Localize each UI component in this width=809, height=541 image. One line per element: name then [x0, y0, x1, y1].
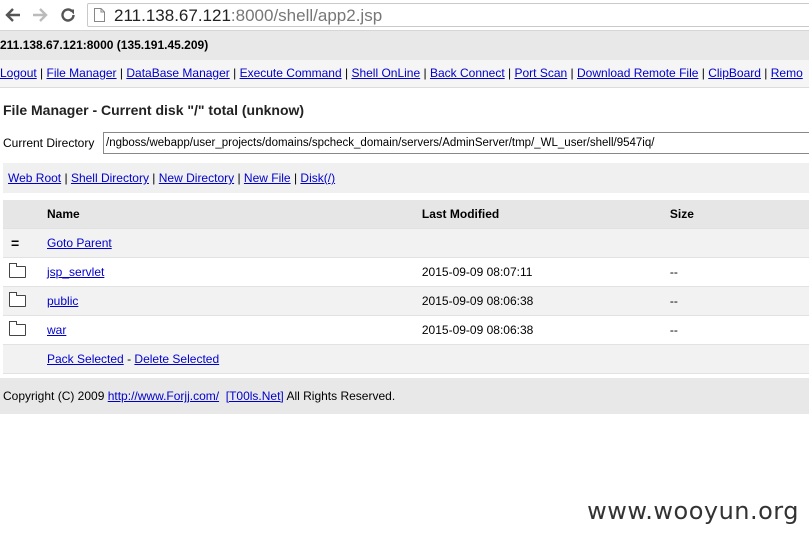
- footer-copyright: Copyright (C) 2009: [3, 389, 108, 403]
- header-last-modified: Last Modified: [421, 207, 500, 221]
- arrow-left-icon: [5, 8, 20, 22]
- url-host: 211.138.67.121: [114, 6, 231, 25]
- main-menu: Logout | File Manager | DataBase Manager…: [0, 60, 809, 88]
- back-button[interactable]: [2, 4, 24, 26]
- table-header-row: Name Last Modified Size: [3, 200, 809, 229]
- menu-clipboard[interactable]: ClipBoard: [708, 66, 761, 80]
- file-link-jsp-servlet[interactable]: jsp_servlet: [47, 265, 104, 279]
- file-table: Name Last Modified Size = Goto Parent js…: [3, 200, 809, 374]
- footer-link-forjj[interactable]: http://www.Forjj.com/: [108, 389, 219, 403]
- forward-button[interactable]: [29, 4, 51, 26]
- address-bar[interactable]: 211.138.67.121:8000/shell/app2.jsp: [87, 3, 809, 27]
- link-new-file[interactable]: New File: [244, 171, 291, 185]
- footer: Copyright (C) 2009 http://www.Forjj.com/…: [0, 378, 809, 414]
- table-row: public 2015-09-09 08:06:38 --: [3, 286, 809, 316]
- menu-back-connect[interactable]: Back Connect: [430, 66, 505, 80]
- reload-icon: [61, 8, 75, 22]
- host-info: 211.138.67.121:8000 (135.191.45.209): [0, 31, 809, 60]
- reload-button[interactable]: [57, 4, 79, 26]
- table-row: war 2015-09-09 08:06:38 --: [3, 316, 809, 345]
- browser-toolbar: 211.138.67.121:8000/shell/app2.jsp: [0, 0, 809, 31]
- size-cell: --: [669, 265, 678, 279]
- menu-remote[interactable]: Remo: [771, 66, 803, 80]
- footer-link-t00ls[interactable]: [T00ls.Net]: [226, 389, 284, 403]
- current-directory-input[interactable]: [103, 132, 809, 154]
- size-cell: --: [669, 323, 678, 337]
- url-path: :8000/shell/app2.jsp: [230, 6, 383, 25]
- pack-selected-link[interactable]: Pack Selected: [47, 352, 124, 366]
- goto-parent-link[interactable]: Goto Parent: [47, 236, 112, 250]
- folder-icon: [9, 320, 26, 336]
- menu-download-remote-file[interactable]: Download Remote File: [577, 66, 698, 80]
- link-disk[interactable]: Disk(/): [300, 171, 335, 185]
- quick-links: Web Root | Shell Directory | New Directo…: [3, 163, 809, 193]
- modified-cell: 2015-09-09 08:06:38: [421, 294, 534, 308]
- menu-database-manager[interactable]: DataBase Manager: [126, 66, 229, 80]
- modified-cell: 2015-09-09 08:07:11: [421, 265, 533, 279]
- page-icon: [94, 8, 105, 22]
- folder-icon: [9, 291, 26, 307]
- link-new-directory[interactable]: New Directory: [159, 171, 234, 185]
- size-cell: --: [669, 294, 678, 308]
- table-row-parent: = Goto Parent: [3, 228, 809, 258]
- table-actions-row: Pack Selected - Delete Selected: [3, 344, 809, 374]
- actions-separator: -: [127, 352, 132, 366]
- file-link-public[interactable]: public: [47, 294, 78, 308]
- header-size: Size: [669, 207, 694, 221]
- parent-icon: =: [11, 235, 20, 251]
- menu-logout[interactable]: Logout: [0, 66, 37, 80]
- watermark-text: www.wooyun.org: [587, 497, 799, 525]
- current-directory-label: Current Directory: [3, 136, 95, 150]
- footer-rights: All Rights Reserved.: [283, 389, 396, 403]
- arrow-right-icon: [33, 8, 48, 22]
- folder-icon: [9, 262, 26, 278]
- header-name: Name: [47, 207, 80, 221]
- menu-execute-command[interactable]: Execute Command: [240, 66, 342, 80]
- table-row: jsp_servlet 2015-09-09 08:07:11 --: [3, 258, 809, 287]
- page-title: File Manager - Current disk "/" total (u…: [3, 102, 305, 118]
- link-shell-directory[interactable]: Shell Directory: [71, 171, 149, 185]
- menu-shell-online[interactable]: Shell OnLine: [351, 66, 420, 80]
- delete-selected-link[interactable]: Delete Selected: [134, 352, 219, 366]
- url-text: 211.138.67.121:8000/shell/app2.jsp: [114, 6, 382, 26]
- modified-cell: 2015-09-09 08:06:38: [421, 323, 534, 337]
- link-web-root[interactable]: Web Root: [8, 171, 61, 185]
- file-link-war[interactable]: war: [47, 323, 66, 337]
- menu-port-scan[interactable]: Port Scan: [515, 66, 568, 80]
- menu-file-manager[interactable]: File Manager: [47, 66, 117, 80]
